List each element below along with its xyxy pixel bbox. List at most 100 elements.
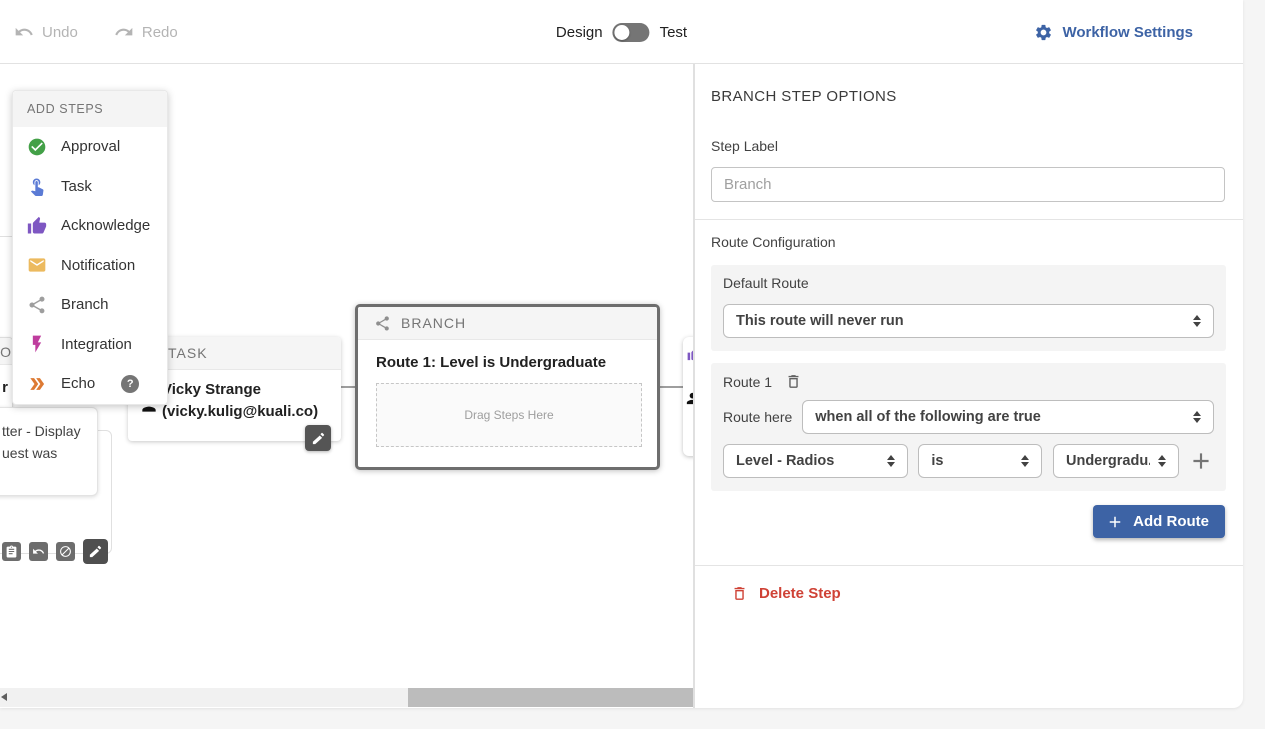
add-steps-title: ADD STEPS	[13, 91, 167, 127]
route-configuration-label: Route Configuration	[711, 234, 1225, 250]
touch-hand-icon	[27, 176, 47, 196]
edit-step-button[interactable]	[83, 539, 108, 564]
add-step-label: Notification	[61, 257, 135, 274]
disable-step-button[interactable]	[56, 542, 75, 561]
default-route-select[interactable]: This route will never run	[723, 304, 1214, 338]
share-icon	[27, 295, 47, 315]
add-step-label: Task	[61, 178, 92, 195]
add-step-echo[interactable]: Echo ?	[13, 364, 167, 404]
dropzone-label: Drag Steps Here	[464, 408, 553, 422]
add-step-task[interactable]: Task	[13, 167, 167, 207]
undo-button[interactable]: Undo	[14, 22, 78, 42]
share-icon	[374, 315, 391, 332]
route-title: Route 1: Level is Undergraduate	[376, 354, 642, 371]
step-label-input[interactable]	[711, 167, 1225, 202]
assignee-name: Vicky Strange	[162, 379, 318, 401]
undo-label: Undo	[42, 24, 78, 41]
branch-step-card[interactable]: BRANCH Route 1: Level is Undergraduate D…	[355, 304, 660, 470]
workflow-settings-button[interactable]: Workflow Settings	[1034, 0, 1193, 64]
clipboard-icon	[5, 545, 18, 558]
top-toolbar: Undo Redo Design Test Workflow Settings	[0, 0, 1243, 64]
add-step-acknowledge[interactable]: Acknowledge	[13, 206, 167, 246]
add-step-label: Acknowledge	[61, 217, 150, 234]
route1-section: Route 1 Route here when all of the follo…	[711, 363, 1226, 491]
plus-icon	[1106, 513, 1124, 531]
assignee-email: (vicky.kulig@kuali.co)	[162, 401, 318, 423]
edit-task-button[interactable]	[305, 425, 331, 451]
revert-step-button[interactable]	[29, 542, 48, 561]
add-step-label: Integration	[61, 336, 132, 353]
add-step-label: Echo	[61, 375, 95, 392]
panel-title: BRANCH STEP OPTIONS	[711, 88, 1225, 105]
plus-icon	[1188, 448, 1214, 474]
check-circle-icon	[27, 137, 47, 157]
thumb-up-icon	[27, 216, 47, 236]
add-step-approval[interactable]: Approval	[13, 127, 167, 167]
condition-mode-value: when all of the following are true	[815, 409, 1185, 425]
thumb-up-icon	[687, 347, 695, 362]
select-arrows-icon	[1158, 455, 1166, 467]
add-step-integration[interactable]: Integration	[13, 325, 167, 365]
clipped-card-header: O	[0, 338, 12, 365]
condition-field-value: Level - Radios	[736, 453, 879, 469]
condition-field-select[interactable]: Level - Radios	[723, 444, 908, 478]
step-label-label: Step Label	[711, 138, 1225, 154]
branch-card-body: Route 1: Level is Undergraduate Drag Ste…	[358, 340, 657, 447]
select-arrows-icon	[1193, 411, 1201, 423]
add-step-notification[interactable]: Notification	[13, 246, 167, 286]
add-step-label: Approval	[61, 138, 120, 155]
add-step-branch[interactable]: Branch	[13, 285, 167, 325]
scroll-left-arrow-icon[interactable]	[1, 693, 7, 701]
condition-mode-select[interactable]: when all of the following are true	[802, 400, 1214, 434]
drag-steps-dropzone[interactable]: Drag Steps Here	[376, 383, 642, 447]
section-divider	[695, 219, 1243, 220]
select-arrows-icon	[1021, 455, 1029, 467]
horizontal-scrollbar[interactable]	[0, 688, 693, 707]
redo-label: Redo	[142, 24, 178, 41]
workflow-settings-label: Workflow Settings	[1062, 24, 1193, 41]
scrollbar-thumb[interactable]	[408, 688, 693, 707]
toggle-knob	[615, 25, 630, 40]
select-arrows-icon	[1193, 315, 1201, 327]
clipped-acknowledge-card[interactable]	[683, 337, 695, 456]
default-route-section: Default Route This route will never run	[711, 265, 1226, 351]
person-icon	[684, 390, 695, 407]
echo-help-icon[interactable]: ?	[121, 375, 139, 393]
branch-card-title: BRANCH	[401, 315, 466, 331]
test-mode-label: Test	[660, 24, 688, 41]
condition-value-select[interactable]: Undergradu...	[1053, 444, 1179, 478]
clipped-text-line: tter - Display	[2, 420, 97, 442]
add-route-button[interactable]: Add Route	[1093, 505, 1225, 538]
route1-label: Route 1	[723, 374, 772, 390]
task-card-title: TASK	[168, 345, 208, 361]
trash-icon[interactable]	[785, 373, 802, 390]
select-arrows-icon	[887, 455, 895, 467]
condition-operator-value: is	[931, 453, 1013, 469]
delete-step-label: Delete Step	[759, 585, 841, 602]
default-route-value: This route will never run	[736, 313, 1185, 329]
clipped-step-card-text[interactable]: tter - Display uest was	[0, 407, 98, 496]
branch-card-header: BRANCH	[358, 307, 657, 340]
workflow-canvas[interactable]: O r tter - Display uest was	[0, 64, 695, 708]
clipped-text-line: uest was	[2, 442, 97, 464]
trash-icon	[731, 585, 748, 602]
condition-operator-select[interactable]: is	[918, 444, 1042, 478]
gear-icon	[1034, 23, 1053, 42]
copy-step-button[interactable]	[2, 542, 21, 561]
branch-step-options-panel: BRANCH STEP OPTIONS Step Label Route Con…	[695, 64, 1243, 708]
pencil-icon	[88, 544, 103, 559]
redo-button[interactable]: Redo	[114, 22, 178, 42]
double-chevron-icon	[27, 374, 47, 394]
envelope-icon	[27, 255, 47, 275]
clipped-card-edge	[0, 236, 12, 237]
add-route-label: Add Route	[1133, 513, 1209, 530]
undo-arrow-icon	[32, 545, 45, 558]
design-test-toggle[interactable]	[613, 23, 650, 42]
step-action-toolbar	[2, 539, 108, 564]
add-step-label: Branch	[61, 296, 109, 313]
route-here-label: Route here	[723, 409, 792, 425]
add-condition-button[interactable]	[1188, 448, 1214, 474]
redo-icon	[114, 22, 134, 42]
design-mode-label: Design	[556, 24, 603, 41]
delete-step-button[interactable]: Delete Step	[711, 585, 1225, 602]
